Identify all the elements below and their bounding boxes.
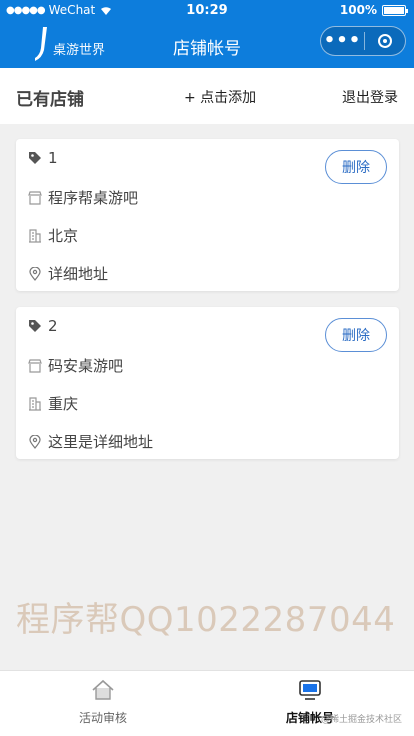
location-pin-icon bbox=[29, 266, 41, 281]
target-close-icon bbox=[378, 34, 392, 48]
watermark-text: 程序帮QQ1022287044 bbox=[16, 600, 396, 640]
store-city: 北京 bbox=[48, 227, 79, 245]
tab-activity-review[interactable]: 活动审核 bbox=[43, 679, 163, 726]
store-address: 详细地址 bbox=[48, 265, 109, 283]
store-address-row: 详细地址 bbox=[28, 263, 108, 284]
delete-button[interactable]: 删除 bbox=[325, 150, 387, 184]
store-id: 1 bbox=[48, 149, 58, 167]
more-dots-icon[interactable]: ••• bbox=[321, 32, 364, 50]
section-title: 已有店铺 bbox=[16, 90, 84, 110]
battery-icon bbox=[382, 4, 408, 16]
logout-link[interactable]: 退出登录 bbox=[342, 87, 398, 107]
store-card: 2 码安桌游吧 重庆 这里是详细地址 删除 bbox=[16, 307, 399, 459]
store-list: 1 程序帮桌游吧 北京 详细地址 删除 2 码安桌游吧 重庆 这里是详细地址 删… bbox=[16, 139, 399, 475]
store-id-row: 1 bbox=[28, 149, 58, 167]
store-name-row: 程序帮桌游吧 bbox=[28, 187, 138, 208]
shop-icon bbox=[28, 358, 42, 373]
tag-icon bbox=[29, 152, 41, 164]
store-city-row: 重庆 bbox=[28, 393, 78, 414]
shop-icon bbox=[28, 190, 42, 205]
battery-percent: 100% bbox=[339, 3, 377, 17]
battery-info: 100% bbox=[339, 3, 408, 17]
nav-bar: 桌游世界 店铺帐号 ••• bbox=[0, 22, 414, 68]
credit-watermark: @稀土掘金技术社区 bbox=[320, 715, 402, 725]
close-button[interactable] bbox=[365, 34, 405, 48]
home-icon bbox=[92, 679, 114, 700]
status-bar: ●●●●● WeChat 10:29 100% bbox=[0, 0, 414, 22]
miniprogram-capsule: ••• bbox=[320, 26, 406, 56]
store-address: 这里是详细地址 bbox=[48, 433, 154, 451]
store-city-row: 北京 bbox=[28, 225, 78, 246]
stores-header: 已有店铺 + 点击添加 退出登录 bbox=[0, 68, 414, 124]
tag-icon bbox=[29, 320, 41, 332]
tab-bar: 活动审核 店铺帐号 bbox=[0, 670, 414, 736]
delete-button[interactable]: 删除 bbox=[325, 318, 387, 352]
store-name-row: 码安桌游吧 bbox=[28, 355, 123, 376]
store-id-row: 2 bbox=[28, 317, 58, 335]
store-name: 程序帮桌游吧 bbox=[48, 189, 139, 207]
monitor-icon bbox=[299, 680, 321, 700]
location-pin-icon bbox=[29, 434, 41, 449]
add-store-link[interactable]: + 点击添加 bbox=[184, 87, 256, 107]
store-city: 重庆 bbox=[48, 395, 79, 413]
building-icon bbox=[29, 228, 41, 243]
tab-label: 活动审核 bbox=[78, 711, 127, 725]
building-icon bbox=[29, 396, 41, 411]
store-name: 码安桌游吧 bbox=[48, 357, 124, 375]
store-address-row: 这里是详细地址 bbox=[28, 431, 153, 452]
store-id: 2 bbox=[48, 317, 58, 335]
store-card: 1 程序帮桌游吧 北京 详细地址 删除 bbox=[16, 139, 399, 291]
